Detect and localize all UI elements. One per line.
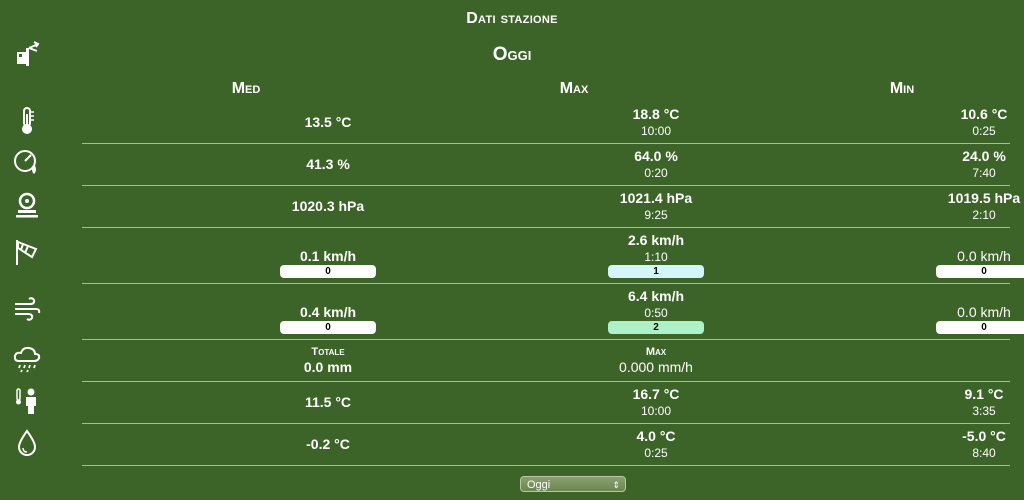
dewpoint-min: -5.0 °C	[962, 428, 1006, 444]
dewpoint-avg: -0.2 °C	[306, 436, 350, 452]
apparent-temperature-min: 9.1 °C	[964, 386, 1004, 402]
gust-row: 0.4 km/h 6.4 km/h 0:50 0.0 km/h 0 2 0	[15, 284, 1024, 340]
humidity-max-time: 0:20	[644, 166, 668, 180]
wind-avg-beaufort-badge: 0	[280, 265, 376, 278]
humidity-row: 41.3 % 64.0 % 0:20 24.0 % 7:40	[14, 144, 1010, 186]
gust-max-beaufort-badge: 2	[608, 321, 704, 334]
rain-max-label: Max	[645, 346, 667, 358]
gust-avg: 0.4 km/h	[299, 304, 357, 320]
rain-max-rate: 0.000 mm/h	[619, 359, 693, 375]
temperature-avg: 13.5 °C	[304, 114, 352, 130]
wind-avg: 0.1 km/h	[299, 248, 357, 264]
gust-max-time: 0:50	[644, 306, 668, 320]
gust-max: 6.4 km/h	[627, 288, 685, 304]
pressure-row: 1020.3 hPa 1021.4 hPa 9:25 1019.5 hPa 2:10	[16, 186, 1020, 228]
wind-gust-icon	[15, 297, 41, 321]
humidity-min: 24.0 %	[962, 148, 1006, 164]
pressure-min: 1019.5 hPa	[947, 190, 1021, 206]
dewpoint-max-time: 0:25	[644, 446, 668, 460]
gust-avg-beaufort-badge: 0	[280, 321, 376, 334]
apparent-temperature-min-time: 3:35	[972, 404, 996, 418]
period-title: Oggi	[492, 44, 532, 65]
temperature-row: 13.5 °C 18.8 °C 10:00 10.6 °C 0:25	[22, 102, 1010, 144]
column-header-min: Min	[889, 80, 915, 97]
thermometer-icon	[22, 107, 34, 134]
apparent-temperature-max-time: 10:00	[640, 404, 672, 418]
rain-total: 0.0 mm	[303, 359, 353, 375]
humidity-max: 64.0 %	[634, 148, 678, 164]
chevron-updown-icon: ⇕	[612, 480, 620, 490]
humidity-min-time: 7:40	[972, 166, 996, 180]
pressure-min-time: 2:10	[972, 208, 996, 222]
wind-max-beaufort-badge: 1	[608, 265, 704, 278]
temperature-min-time: 0:25	[972, 124, 996, 138]
page-title: Dati stazione	[466, 10, 558, 27]
apparent-temperature-row: 11.5 °C 16.7 °C 10:00 9.1 °C 3:35	[16, 382, 1010, 424]
weather-station-icon	[17, 41, 40, 66]
gust-min-beaufort-badge: 0	[936, 321, 1024, 334]
wind-max-time: 1:10	[644, 250, 668, 264]
humidity-avg: 41.3 %	[306, 156, 350, 172]
pressure-avg: 1020.3 hPa	[291, 198, 365, 214]
rain-cloud-icon	[13, 346, 41, 373]
pressure-max-time: 9:25	[644, 208, 668, 222]
apparent-temperature-max: 16.7 °C	[632, 386, 680, 402]
rain-total-label: Totale	[311, 346, 345, 358]
wind-min: 0.0 km/h	[957, 248, 1011, 264]
dewpoint-max: 4.0 °C	[636, 428, 676, 444]
column-header-avg: Med	[231, 80, 261, 97]
period-select[interactable]: Oggi ⇕	[520, 476, 626, 492]
pressure-max: 1021.4 hPa	[619, 190, 693, 206]
rain-row: Totale 0.0 mm Max 0.000 mm/h	[13, 340, 1010, 382]
period-select-value: Oggi	[527, 479, 551, 491]
temperature-min: 10.6 °C	[960, 106, 1008, 122]
pressure-icon	[16, 192, 38, 218]
wind-row: 0.1 km/h 2.6 km/h 1:10 0.0 km/h 0 1 0	[16, 228, 1024, 284]
temperature-max: 18.8 °C	[632, 106, 680, 122]
wind-min-beaufort-badge: 0	[936, 265, 1024, 278]
windsock-icon	[16, 240, 38, 265]
humidity-gauge-icon	[14, 150, 36, 174]
wind-max: 2.6 km/h	[627, 232, 685, 248]
apparent-temperature-avg: 11.5 °C	[304, 394, 352, 410]
dewpoint-min-time: 8:40	[972, 446, 996, 460]
dewpoint-drop-icon	[17, 429, 37, 456]
gust-min: 0.0 km/h	[957, 304, 1011, 320]
feels-like-person-icon	[16, 388, 36, 414]
dewpoint-row: -0.2 °C 4.0 °C 0:25 -5.0 °C 8:40	[17, 424, 1010, 466]
temperature-max-time: 10:00	[640, 124, 672, 138]
column-header-max: Max	[559, 80, 589, 97]
